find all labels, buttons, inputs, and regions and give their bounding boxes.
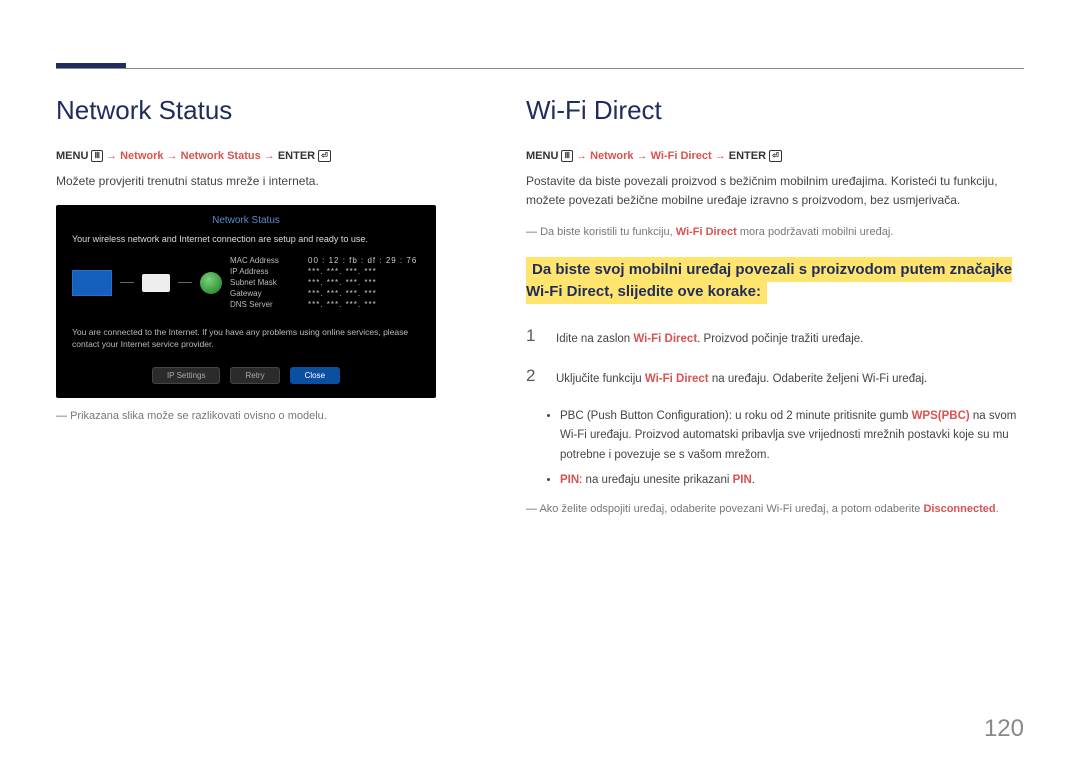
globe-icon <box>200 272 222 294</box>
menu-icon: Ⅲ <box>561 150 573 162</box>
right-column: Wi-Fi Direct MENU Ⅲ → Network → Wi-Fi Di… <box>526 95 1024 517</box>
step-text-part: Uključite funkciju <box>556 373 645 385</box>
bullet-list: PBC (Push Button Configuration): u roku … <box>546 407 1024 491</box>
retry-button[interactable]: Retry <box>230 367 279 384</box>
step-1: 1 Idite na zaslon Wi-Fi Direct. Proizvod… <box>526 318 1024 358</box>
bullet-pbc: PBC (Push Button Configuration): u roku … <box>560 407 1024 466</box>
note-text: mora podržavati mobilni uređaj. <box>737 226 894 238</box>
arrow-icon: → <box>264 150 278 162</box>
arrow-icon: → <box>715 150 729 162</box>
step-highlight: Wi-Fi Direct <box>633 333 697 345</box>
step-text-part: na uređaju. Odaberite željeni Wi-Fi uređ… <box>709 373 928 385</box>
disconnect-note: Ako želite odspojiti uređaj, odaberite p… <box>526 501 1024 518</box>
mac-value: 00 : 12 : fb : df : 29 : 76 <box>308 256 420 265</box>
note-highlight: Disconnected <box>923 503 995 515</box>
path-part: Wi-Fi Direct <box>651 150 712 162</box>
arrow-icon: → <box>167 150 181 162</box>
model-note: Prikazana slika može se razlikovati ovis… <box>56 408 486 425</box>
screenshot-line1: Your wireless network and Internet conne… <box>56 234 436 252</box>
step-text-part: . Proizvod počinje tražiti uređaje. <box>697 333 863 345</box>
ip-label: IP Address <box>230 267 302 276</box>
path-part: Network <box>590 150 633 162</box>
menu-path-network-status: MENU Ⅲ → Network → Network Status → ENTE… <box>56 150 486 162</box>
bullet-text: : na uređaju unesite prikazani <box>579 474 732 486</box>
subnet-value: ***. ***. ***. *** <box>308 278 420 287</box>
enter-icon: ⏎ <box>318 150 331 162</box>
step-text: Idite na zaslon Wi-Fi Direct. Proizvod p… <box>556 326 863 348</box>
step-number: 1 <box>526 326 542 348</box>
note-text: Da biste koristili tu funkciju, <box>540 226 676 238</box>
step-text: Uključite funkciju Wi-Fi Direct na uređa… <box>556 366 927 388</box>
dns-value: ***. ***. ***. *** <box>308 300 420 309</box>
ip-settings-button[interactable]: IP Settings <box>152 367 221 384</box>
mac-label: MAC Address <box>230 256 302 265</box>
bullet-pin: PIN: na uređaju unesite prikazani PIN. <box>560 471 1024 491</box>
dns-label: DNS Server <box>230 300 302 309</box>
screenshot-line2: You are connected to the Internet. If yo… <box>56 313 436 361</box>
note-text: Ako želite odspojiti uređaj, odaberite p… <box>539 503 923 515</box>
enter-label: ENTER <box>278 150 315 162</box>
top-rule <box>56 68 1024 69</box>
bullet-highlight: PIN <box>733 474 752 486</box>
close-button[interactable]: Close <box>290 367 340 384</box>
menu-label: MENU <box>56 150 88 162</box>
arrow-icon: → <box>637 150 651 162</box>
step-text-part: Idite na zaslon <box>556 333 633 345</box>
gateway-value: ***. ***. ***. *** <box>308 289 420 298</box>
path-part: Network <box>120 150 163 162</box>
bullet-text: PBC (Push Button Configuration): u roku … <box>560 410 912 422</box>
heading-wifi-direct: Wi-Fi Direct <box>526 95 1024 126</box>
menu-label: MENU <box>526 150 558 162</box>
body-text: Postavite da biste povezali proizvod s b… <box>526 172 1024 210</box>
connector-line <box>120 282 134 283</box>
path-part: Network Status <box>181 150 261 162</box>
body-text: Možete provjeriti trenutni status mreže … <box>56 172 486 191</box>
bullet-highlight: PIN <box>560 474 579 486</box>
network-status-screenshot: Network Status Your wireless network and… <box>56 205 436 398</box>
step-2: 2 Uključite funkciju Wi-Fi Direct na ure… <box>526 358 1024 398</box>
connector-line <box>178 282 192 283</box>
subnet-label: Subnet Mask <box>230 278 302 287</box>
highlight-heading: Da biste svoj mobilni uređaj povezali s … <box>526 257 1012 305</box>
menu-path-wifi-direct: MENU Ⅲ → Network → Wi-Fi Direct → ENTER … <box>526 150 1024 162</box>
bullet-highlight: WPS(PBC) <box>912 410 970 422</box>
ip-value: ***. ***. ***. *** <box>308 267 420 276</box>
note-highlight: Wi-Fi Direct <box>676 226 737 238</box>
heading-network-status: Network Status <box>56 95 486 126</box>
enter-label: ENTER <box>729 150 766 162</box>
arrow-icon: → <box>106 150 120 162</box>
enter-icon: ⏎ <box>769 150 782 162</box>
router-icon <box>142 274 170 292</box>
left-column: Network Status MENU Ⅲ → Network → Networ… <box>56 95 486 517</box>
screenshot-buttons: IP Settings Retry Close <box>56 367 436 384</box>
network-info-grid: MAC Address 00 : 12 : fb : df : 29 : 76 … <box>230 256 420 309</box>
step-number: 2 <box>526 366 542 388</box>
tv-icon <box>72 270 112 296</box>
arrow-icon: → <box>576 150 590 162</box>
support-note: Da biste koristili tu funkciju, Wi-Fi Di… <box>526 224 1024 241</box>
page-number: 120 <box>984 715 1024 743</box>
steps-list: 1 Idite na zaslon Wi-Fi Direct. Proizvod… <box>526 318 1024 399</box>
step-highlight: Wi-Fi Direct <box>645 373 709 385</box>
bullet-text: . <box>752 474 755 486</box>
gateway-label: Gateway <box>230 289 302 298</box>
highlight-heading-wrap: Da biste svoj mobilni uređaj povezali s … <box>526 259 1024 304</box>
menu-icon: Ⅲ <box>91 150 103 162</box>
network-diagram: MAC Address 00 : 12 : fb : df : 29 : 76 … <box>56 252 436 313</box>
screenshot-title: Network Status <box>56 215 436 226</box>
note-text: . <box>996 503 999 515</box>
